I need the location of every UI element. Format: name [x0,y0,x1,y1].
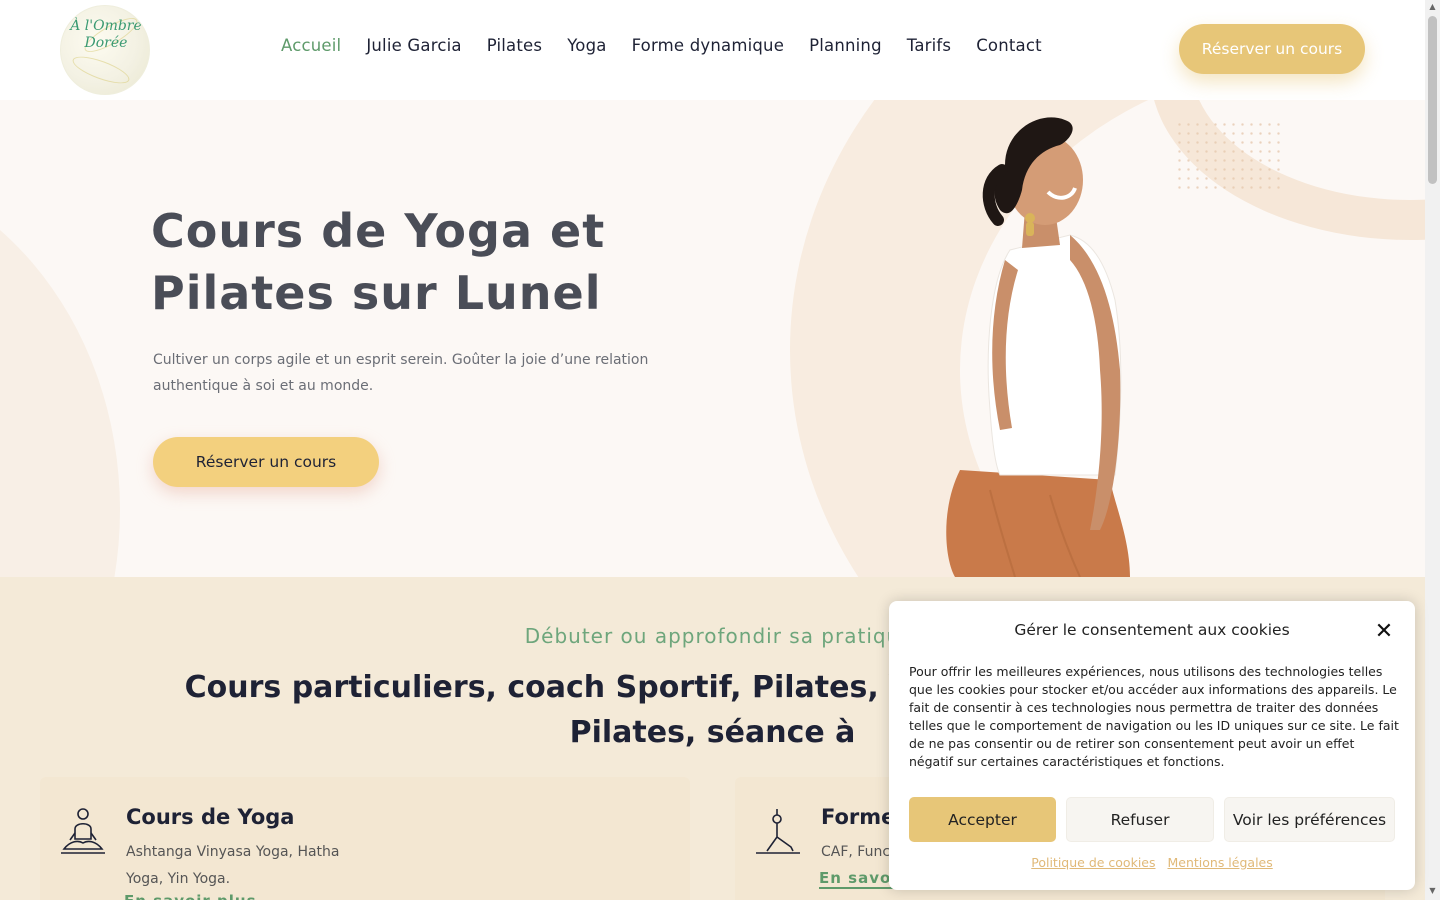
nav-julie-garcia[interactable]: Julie Garcia [366,36,461,55]
hero-title: Cours de Yoga et Pilates sur Lunel [151,204,606,320]
refuse-button[interactable]: Refuser [1066,797,1214,842]
card-title: Cours de Yoga [126,805,295,829]
yoga-pose-icon [756,809,800,854]
site-header: À l'Ombre Dorée Accueil Julie Garcia Pil… [0,0,1425,100]
logo-text: À l'Ombre Dorée [70,18,142,51]
card-title: Forme [821,805,896,829]
site-logo[interactable]: À l'Ombre Dorée [60,5,150,95]
hero-section: Cours de Yoga et Pilates sur Lunel Culti… [0,100,1425,577]
service-card-yoga: Cours de Yoga Ashtanga Vinyasa Yoga, Hat… [40,777,690,900]
header-book-button[interactable]: Réserver un cours [1179,24,1365,74]
main-nav: Accueil Julie Garcia Pilates Yoga Forme … [281,36,1042,55]
scroll-thumb[interactable] [1428,16,1437,184]
dot-pattern-decoration [1175,120,1285,190]
card-link[interactable]: En savoir plus [124,892,257,900]
preferences-button[interactable]: Voir les préférences [1224,797,1395,842]
nav-accueil[interactable]: Accueil [281,36,341,55]
logo-leaf-decoration [69,51,133,89]
scroll-down-icon[interactable]: ▼ [1428,886,1437,896]
close-icon[interactable]: ✕ [1373,621,1395,643]
accept-button[interactable]: Accepter [909,797,1056,842]
hero-photo-woman [946,117,1130,577]
cookie-text: Pour offrir les meilleures expériences, … [909,664,1399,769]
hero-subtitle: Cultiver un corps agile et un esprit ser… [153,352,649,394]
cookie-title: Gérer le consentement aux cookies [1014,621,1290,639]
card-link[interactable]: En savoi [819,869,898,889]
page-scrollbar[interactable]: ▲ ▼ [1425,0,1440,900]
scroll-up-icon[interactable]: ▲ [1428,2,1437,12]
hero-book-button[interactable]: Réserver un cours [153,437,379,487]
cookie-consent-dialog: Gérer le consentement aux cookies ✕ Pour… [889,601,1415,890]
cookie-policy-link[interactable]: Politique de cookies [1031,855,1155,870]
card-description: Ashtanga Vinyasa Yoga, Hatha Yoga, Yin Y… [126,844,340,887]
nav-pilates[interactable]: Pilates [487,36,542,55]
nav-contact[interactable]: Contact [976,36,1042,55]
hero-bg-shape [0,160,120,577]
cookie-links: Politique de cookies Mentions légales [889,855,1415,870]
nav-tarifs[interactable]: Tarifs [907,36,951,55]
meditation-icon [61,808,105,854]
nav-forme-dynamique[interactable]: Forme dynamique [632,36,785,55]
nav-yoga[interactable]: Yoga [567,36,606,55]
legal-notice-link[interactable]: Mentions légales [1167,855,1272,870]
nav-planning[interactable]: Planning [809,36,882,55]
